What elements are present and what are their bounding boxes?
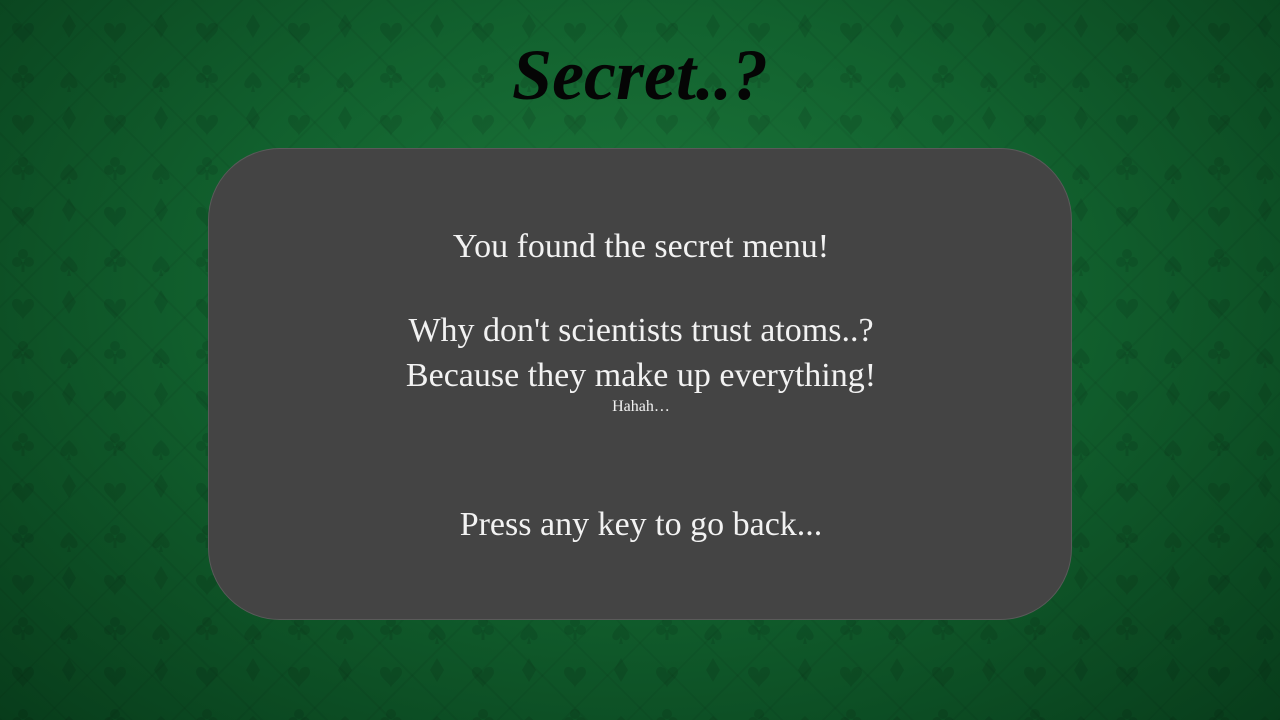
laugh-text: Hahah… bbox=[612, 398, 670, 415]
discovery-message: You found the secret menu! bbox=[452, 228, 830, 265]
go-back-prompt: Press any key to go back... bbox=[459, 506, 823, 543]
joke-question: Why don't scientists trust atoms..? bbox=[408, 312, 874, 349]
secret-menu-panel: You found the secret menu! Why don't sci… bbox=[208, 148, 1072, 620]
page-title: Secret..? bbox=[512, 35, 768, 115]
joke-answer: Because they make up everything! bbox=[405, 357, 877, 394]
